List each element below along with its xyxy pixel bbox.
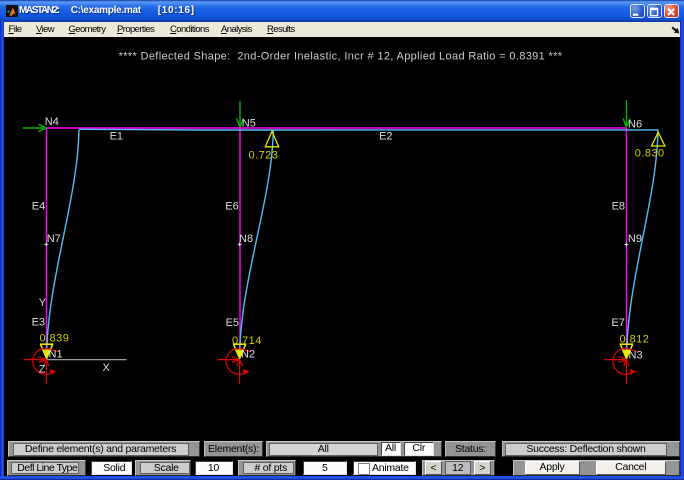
svg-text:E5: E5	[226, 317, 239, 329]
svg-text:Y: Y	[39, 297, 47, 309]
svg-text:Z: Z	[39, 364, 46, 376]
svg-text:N8: N8	[239, 233, 253, 245]
svg-text:N4: N4	[45, 116, 59, 128]
svg-text:E4: E4	[32, 201, 45, 213]
svg-text:0.723: 0.723	[249, 150, 279, 162]
svg-text:X: X	[103, 362, 111, 374]
svg-text:N6: N6	[628, 118, 642, 130]
svg-text:N3: N3	[629, 350, 643, 362]
svg-text:N5: N5	[242, 117, 256, 129]
svg-text:E7: E7	[611, 317, 624, 329]
svg-text:0.812: 0.812	[620, 334, 650, 346]
svg-text:N1: N1	[49, 348, 63, 360]
svg-text:N9: N9	[628, 233, 642, 245]
svg-text:E1: E1	[110, 131, 123, 143]
svg-text:0.839: 0.839	[40, 332, 70, 344]
svg-text:E6: E6	[225, 201, 238, 213]
svg-text:0.830: 0.830	[635, 148, 665, 160]
svg-text:E8: E8	[612, 201, 625, 213]
svg-text:**** Deflected Shape: 2nd-Ord: **** Deflected Shape: 2nd-Order Inelasti…	[119, 50, 563, 62]
svg-text:0.714: 0.714	[232, 335, 262, 347]
svg-text:N2: N2	[241, 348, 255, 360]
svg-text:E3: E3	[32, 317, 45, 329]
svg-text:E2: E2	[379, 131, 392, 143]
svg-text:N7: N7	[47, 233, 61, 245]
